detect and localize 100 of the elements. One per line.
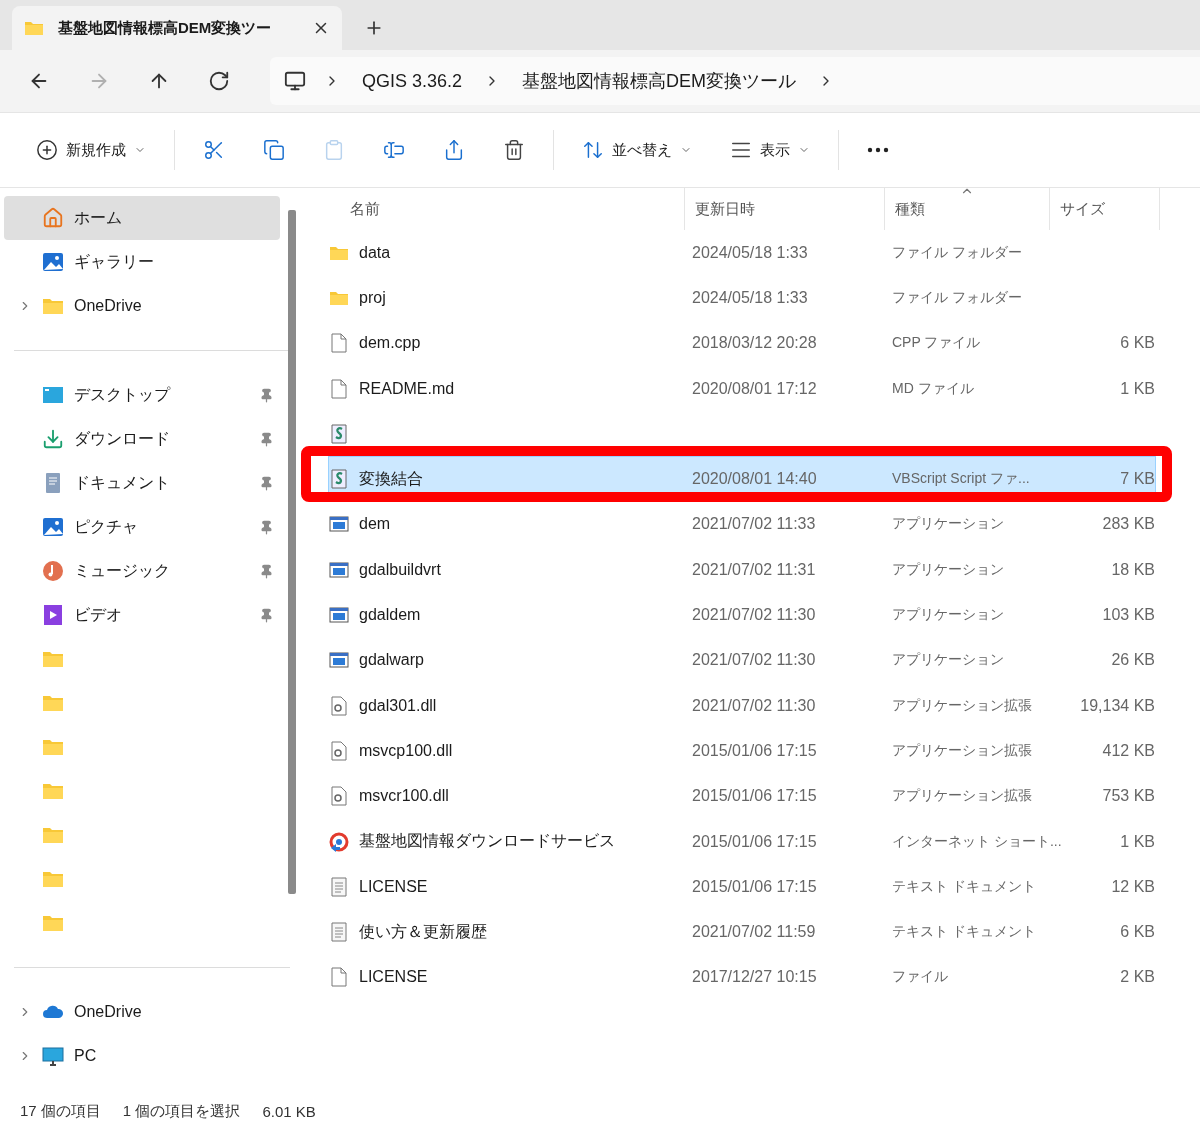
- file-size: 753 KB: [1101, 787, 1155, 806]
- sidebar-item[interactable]: OneDrive: [4, 284, 280, 328]
- new-icon: [36, 139, 58, 161]
- file-type: テキスト ドキュメント: [892, 923, 1037, 942]
- file-type: アプリケーション拡張: [892, 787, 1033, 806]
- file-name: 使い方＆更新履歴: [359, 921, 488, 942]
- file-size: 1 KB: [1119, 832, 1155, 851]
- file-row[interactable]: dem 2021/07/02 11:33 アプリケーション 283 KB: [328, 501, 1156, 548]
- column-header[interactable]: 名前: [330, 188, 685, 230]
- sidebar-item[interactable]: デスクトップ: [4, 373, 280, 417]
- file-size: 283 KB: [1101, 515, 1155, 534]
- file-type: アプリケーション: [892, 651, 1005, 670]
- modified-date: 2015/01/06 17:15: [692, 877, 818, 896]
- file-row[interactable]: gdaldem 2021/07/02 11:30 アプリケーション 103 KB: [328, 592, 1156, 638]
- file-row[interactable]: gdalwarp 2021/07/02 11:30 アプリケーション 26 KB: [328, 637, 1156, 683]
- file-name: 変換結合: [359, 468, 424, 489]
- sidebar-item[interactable]: PC: [4, 1034, 280, 1078]
- sidebar-item[interactable]: ギャラリー: [4, 240, 280, 284]
- file-size: 6 KB: [1119, 334, 1155, 353]
- status-text: 6.01 KB: [262, 1102, 316, 1120]
- application-icon: [329, 650, 349, 671]
- file-row[interactable]: 使い方＆更新履歴 2021/07/02 11:59 テキスト ドキュメント 6 KB: [328, 909, 1156, 955]
- text-file-icon: [329, 876, 349, 897]
- modified-date: 2015/01/06 17:15: [692, 741, 818, 760]
- file-size: 18 KB: [1110, 560, 1155, 579]
- file-name: data: [359, 243, 392, 262]
- file-icon: [329, 967, 349, 988]
- folder-tab[interactable]: 基盤地図情報標高DEM変換ツー: [12, 6, 342, 50]
- modified-date: 2018/03/12 20:28: [692, 334, 818, 353]
- music-icon: [42, 560, 64, 582]
- file-icon: [329, 378, 349, 399]
- delete-icon: [503, 139, 525, 161]
- file-type: VBScript Script ファ...: [892, 470, 1031, 489]
- sidebar-item[interactable]: ミュージック: [4, 549, 280, 593]
- file-name: dem: [359, 515, 392, 534]
- file-row[interactable]: gdalbuildvrt 2021/07/02 11:31 アプリケーション 18 KB: [328, 547, 1156, 593]
- breadcrumb-item[interactable]: 基盤地図情報標高DEM変換ツール: [518, 67, 801, 95]
- file-size: 103 KB: [1101, 606, 1155, 624]
- file-name: gdalwarp: [359, 651, 425, 670]
- file-size: 1 KB: [1119, 379, 1155, 398]
- script-file-icon: [329, 469, 349, 490]
- file-type: ファイル: [892, 968, 949, 987]
- modified-date: 2017/12/27 10:15: [692, 968, 818, 987]
- file-row[interactable]: gdal301.dll 2021/07/02 11:30 アプリケーション拡張 19,134 KB: [328, 682, 1156, 729]
- file-type: アプリケーション拡張: [892, 741, 1033, 760]
- sort-button[interactable]: 並べ替え: [568, 130, 706, 170]
- sidebar-item[interactable]: ダウンロード: [4, 417, 280, 461]
- file-name: 基盤地図情報ダウンロードサービス: [359, 831, 616, 851]
- application-icon: [329, 559, 349, 580]
- column-header[interactable]: サイズ: [1050, 188, 1160, 230]
- file-type: テキスト ドキュメント: [892, 877, 1037, 896]
- modified-date: 2021/07/02 11:30: [692, 606, 817, 624]
- file-row[interactable]: msvcr100.dll 2015/01/06 17:15 アプリケーション拡張 753 KB: [328, 773, 1156, 819]
- file-name: proj: [359, 288, 387, 307]
- sidebar-item[interactable]: ビデオ: [4, 593, 280, 637]
- modified-date: 2020/08/01 17:12: [692, 379, 818, 398]
- file-row[interactable]: data 2024/05/18 1:33 ファイル フォルダー: [328, 230, 1156, 276]
- new-button[interactable]: 新規作成: [22, 130, 160, 170]
- file-type: ファイル フォルダー: [892, 243, 1023, 262]
- paste-icon: [323, 139, 345, 161]
- sidebar-item[interactable]: ドキュメント: [4, 461, 280, 505]
- file-name: msvcp100.dll: [359, 741, 454, 760]
- file-row[interactable]: dem.cpp 2018/03/12 20:28 CPP ファイル 6 KB: [328, 320, 1156, 366]
- sidebar-item[interactable]: ピクチャ: [4, 505, 280, 549]
- file-size: 12 KB: [1110, 877, 1155, 896]
- modified-date: 2021/07/02 11:59: [692, 923, 817, 942]
- computer-icon: [42, 1045, 64, 1067]
- file-size: 6 KB: [1119, 923, 1155, 942]
- download-icon: [42, 428, 64, 450]
- application-icon: [329, 514, 349, 535]
- column-header[interactable]: 更新日時: [685, 188, 885, 230]
- file-type: アプリケーション拡張: [892, 696, 1033, 715]
- file-row[interactable]: 基盤地図情報ダウンロードサービス 2015/01/06 17:15 インターネット ショート... 1 KB: [328, 818, 1156, 865]
- file-row[interactable]: LICENSE 2015/01/06 17:15 テキスト ドキュメント 12 KB: [328, 864, 1156, 910]
- file-type: ファイル フォルダー: [892, 288, 1023, 307]
- scrollbar[interactable]: [288, 210, 296, 894]
- file-row[interactable]: proj 2024/05/18 1:33 ファイル フォルダー: [328, 275, 1156, 321]
- breadcrumb-item[interactable]: QGIS 3.36.2: [358, 68, 467, 94]
- file-size: 19,134 KB: [1080, 696, 1155, 715]
- view-button[interactable]: 表示: [716, 130, 824, 170]
- file-row[interactable]: msvcp100.dll 2015/01/06 17:15 アプリケーション拡張 412 KB: [328, 728, 1156, 774]
- file-name: dem.cpp: [359, 334, 422, 353]
- address-bar[interactable]: QGIS 3.36.2 基盤地図情報標高DEM変換ツール: [270, 57, 1200, 105]
- file-name: gdaldem: [359, 606, 422, 624]
- file-type: インターネット ショート...: [892, 832, 1063, 851]
- status-text: 1 個の項目を選択: [122, 1101, 241, 1121]
- file-size: 412 KB: [1101, 741, 1155, 760]
- file-size: 7 KB: [1119, 470, 1155, 489]
- web-shortcut-icon: [329, 831, 349, 852]
- sidebar-item[interactable]: OneDrive: [4, 990, 280, 1034]
- file-name: msvcr100.dll: [359, 787, 450, 806]
- file-row[interactable]: LICENSE 2017/12/27 10:15 ファイル 2 KB: [328, 954, 1156, 1001]
- file-row[interactable]: README.md 2020/08/01 17:12 MD ファイル 1 KB: [328, 365, 1156, 412]
- sidebar-item[interactable]: ホーム: [4, 196, 280, 240]
- file-size: 26 KB: [1110, 651, 1155, 670]
- column-header[interactable]: 種類: [885, 188, 1050, 230]
- more-icon: [867, 147, 889, 153]
- application-icon: [329, 605, 349, 625]
- file-type: アプリケーション: [892, 515, 1005, 534]
- modified-date: 2021/07/02 11:31: [692, 560, 817, 579]
